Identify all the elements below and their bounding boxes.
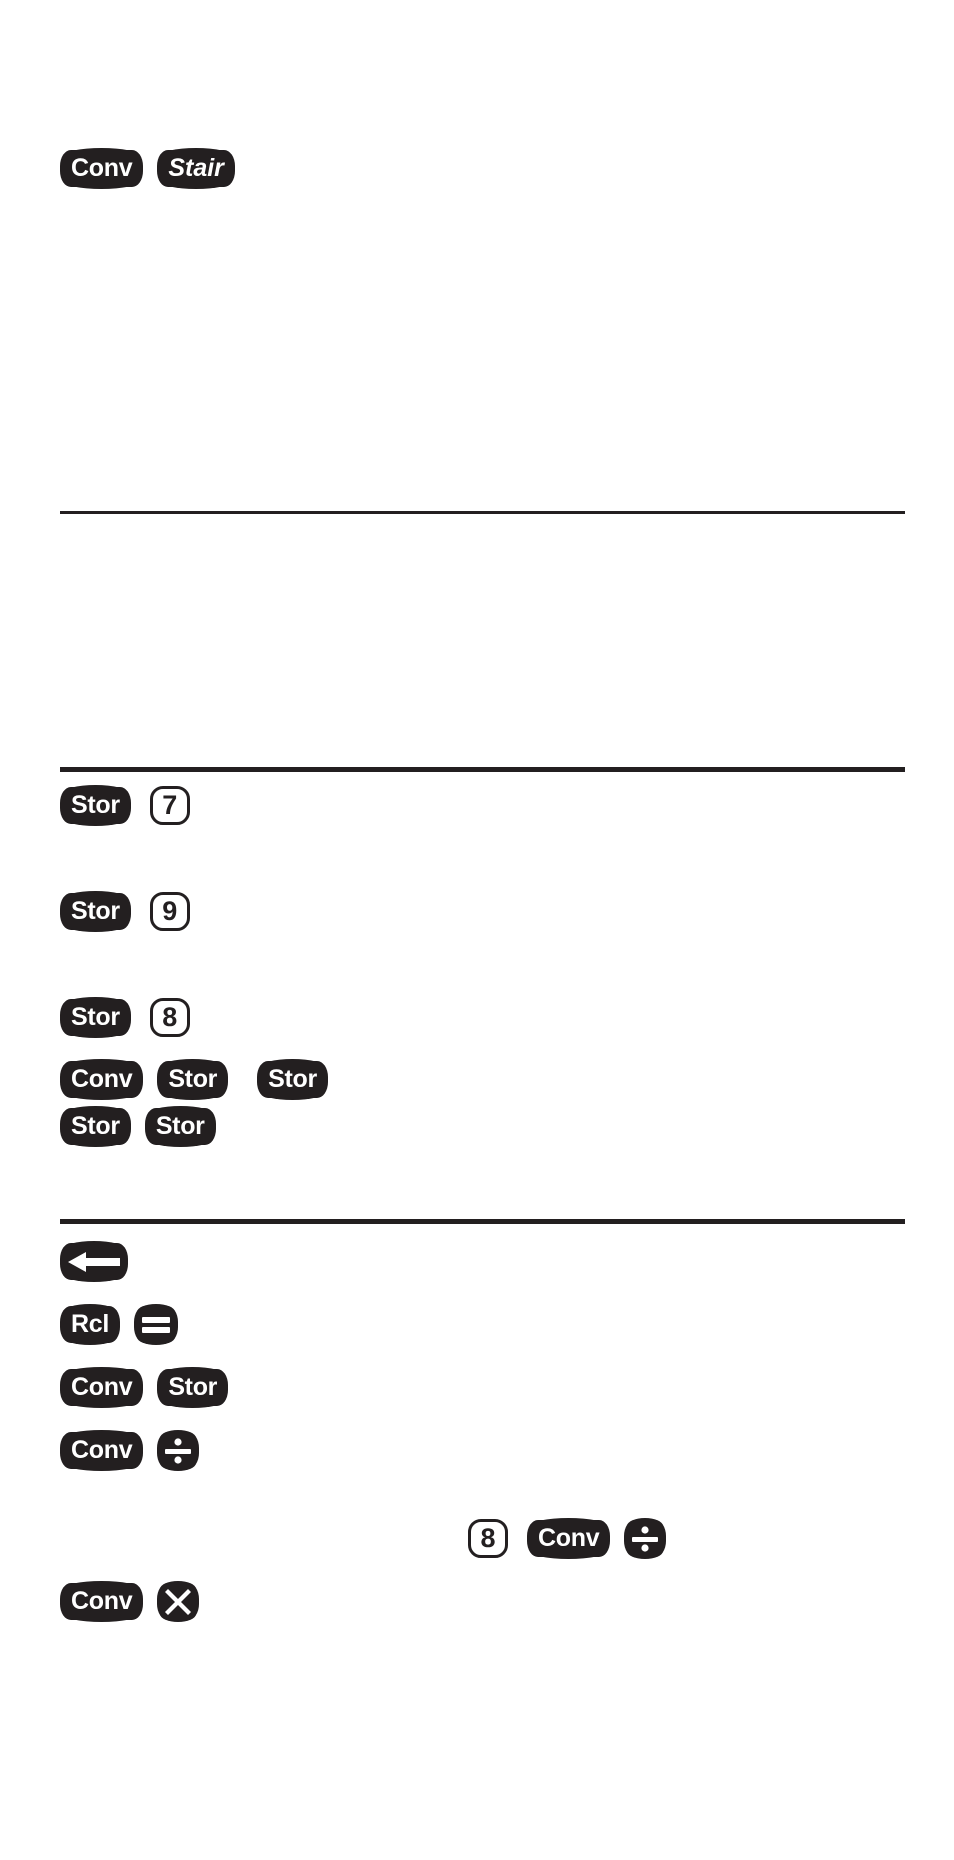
key-8[interactable]: 8 — [149, 998, 190, 1037]
left-arrow-icon — [68, 1251, 120, 1273]
rule-2 — [60, 767, 905, 772]
equals-icon — [142, 1316, 171, 1334]
key-label: Stor — [268, 1065, 317, 1093]
key-sequence-row: Rcl — [60, 1304, 179, 1345]
key-sequence-row: Conv — [60, 1581, 200, 1622]
key-label: Stor — [71, 791, 120, 819]
key-sequence-row: Stor 7 — [60, 785, 190, 826]
key-conv[interactable]: Conv — [60, 1367, 144, 1408]
key-stor[interactable]: Stor — [60, 997, 131, 1038]
key-label: 8 — [480, 1522, 496, 1553]
key-7[interactable]: 7 — [149, 786, 190, 825]
key-stair[interactable]: Stair — [157, 148, 235, 189]
key-conv[interactable]: Conv — [60, 148, 144, 189]
key-stor[interactable]: Stor — [60, 785, 131, 826]
key-8[interactable]: 8 — [468, 1519, 508, 1558]
key-conv[interactable]: Conv — [60, 1430, 144, 1471]
key-stor[interactable]: Stor — [257, 1059, 328, 1100]
key-stor[interactable]: Stor — [157, 1367, 229, 1408]
rule-3 — [60, 1219, 905, 1224]
manual-page: Conv Stair Stor 7 Stor 9 Stor 8 Conv Stor Stor Stor… — [0, 0, 954, 1860]
key-label: 8 — [162, 1001, 178, 1032]
key-label: Stor — [71, 1003, 120, 1031]
key-sequence-row: Conv Stor Stor — [60, 1059, 328, 1100]
key-multiply[interactable] — [157, 1581, 200, 1622]
key-sequence-row: Stor 8 — [60, 997, 190, 1038]
key-sequence-row: Stor 9 — [60, 891, 190, 932]
key-label: Stor — [71, 1112, 120, 1140]
multiply-icon — [165, 1588, 192, 1615]
key-label: Rcl — [71, 1310, 110, 1338]
key-label: Stor — [168, 1065, 218, 1093]
rule-1 — [60, 511, 905, 514]
key-label: Conv — [71, 1065, 133, 1093]
key-label: Stor — [168, 1373, 218, 1401]
key-label: Stair — [168, 154, 224, 182]
key-label: 7 — [162, 789, 178, 820]
key-label: Conv — [71, 1436, 133, 1464]
key-stor[interactable]: Stor — [60, 1106, 131, 1147]
key-back-arrow[interactable] — [60, 1241, 128, 1282]
key-stor[interactable]: Stor — [157, 1059, 229, 1100]
key-equals[interactable] — [134, 1304, 179, 1345]
key-divide[interactable] — [624, 1518, 667, 1559]
key-sequence-row: Stor Stor — [60, 1106, 216, 1147]
key-sequence-row: Conv Stair — [60, 148, 235, 189]
key-9[interactable]: 9 — [149, 892, 190, 931]
key-stor[interactable]: Stor — [144, 1106, 216, 1147]
key-label: Conv — [538, 1524, 600, 1552]
key-conv[interactable]: Conv — [60, 1059, 144, 1100]
key-label: Conv — [71, 1587, 133, 1615]
key-label: Conv — [71, 1373, 133, 1401]
key-rcl[interactable]: Rcl — [60, 1304, 121, 1345]
key-sequence-row: 8 Conv — [468, 1518, 667, 1559]
key-sequence-row — [60, 1241, 128, 1282]
divide-icon — [165, 1437, 192, 1464]
key-stor[interactable]: Stor — [60, 891, 131, 932]
key-label: 9 — [162, 895, 178, 926]
key-label: Stor — [71, 897, 120, 925]
key-sequence-row: Conv Stor — [60, 1367, 229, 1408]
key-label: Stor — [155, 1112, 205, 1140]
key-conv[interactable]: Conv — [60, 1581, 144, 1622]
key-divide[interactable] — [157, 1430, 200, 1471]
key-conv[interactable]: Conv — [527, 1518, 611, 1559]
key-label: Conv — [71, 154, 133, 182]
key-sequence-row: Conv — [60, 1430, 200, 1471]
divide-icon — [632, 1525, 659, 1552]
